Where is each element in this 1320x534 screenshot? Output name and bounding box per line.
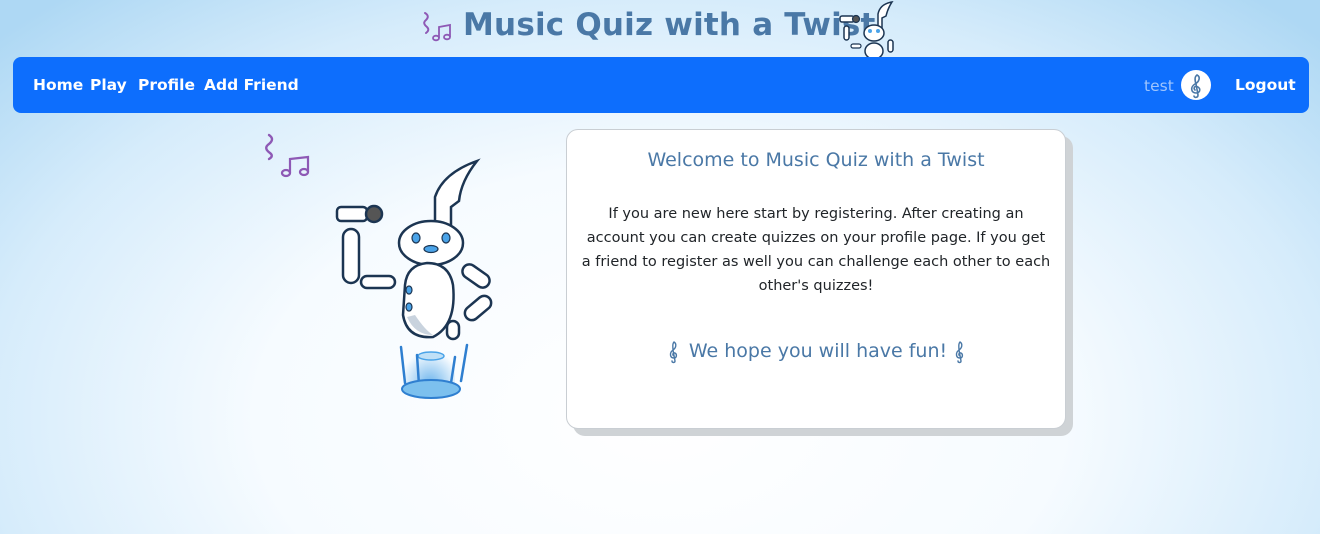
nav-home-link[interactable]: Home — [33, 74, 83, 96]
robot-singing-icon — [265, 133, 493, 399]
main-navbar: Home Play Profile Add Friend test Logout — [13, 57, 1309, 113]
user-avatar[interactable] — [1181, 70, 1211, 100]
robot-mascot-icon — [839, 0, 894, 58]
treble-clef-icon — [669, 340, 677, 363]
treble-clef-icon — [955, 340, 964, 363]
nav-add-friend-link[interactable]: Add Friend — [204, 74, 299, 96]
welcome-card: Welcome to Music Quiz with a Twist If yo… — [566, 129, 1066, 429]
welcome-text: If you are new here start by registering… — [581, 206, 1051, 294]
nav-profile-link[interactable]: Profile — [138, 74, 195, 96]
music-notes-icon — [423, 12, 451, 42]
welcome-title: Welcome to Music Quiz with a Twist — [647, 149, 985, 171]
have-fun-text: We hope you will have fun! — [688, 340, 948, 362]
logout-link[interactable]: Logout — [1235, 74, 1296, 96]
site-title: Music Quiz with a Twist — [463, 7, 876, 43]
treble-clef-icon — [1190, 74, 1201, 99]
have-fun-line: We hope you will have fun! — [567, 338, 1065, 364]
site-header: Music Quiz with a Twist — [0, 0, 1320, 58]
nav-play-link[interactable]: Play — [90, 74, 127, 96]
username-label: test — [1144, 77, 1174, 95]
